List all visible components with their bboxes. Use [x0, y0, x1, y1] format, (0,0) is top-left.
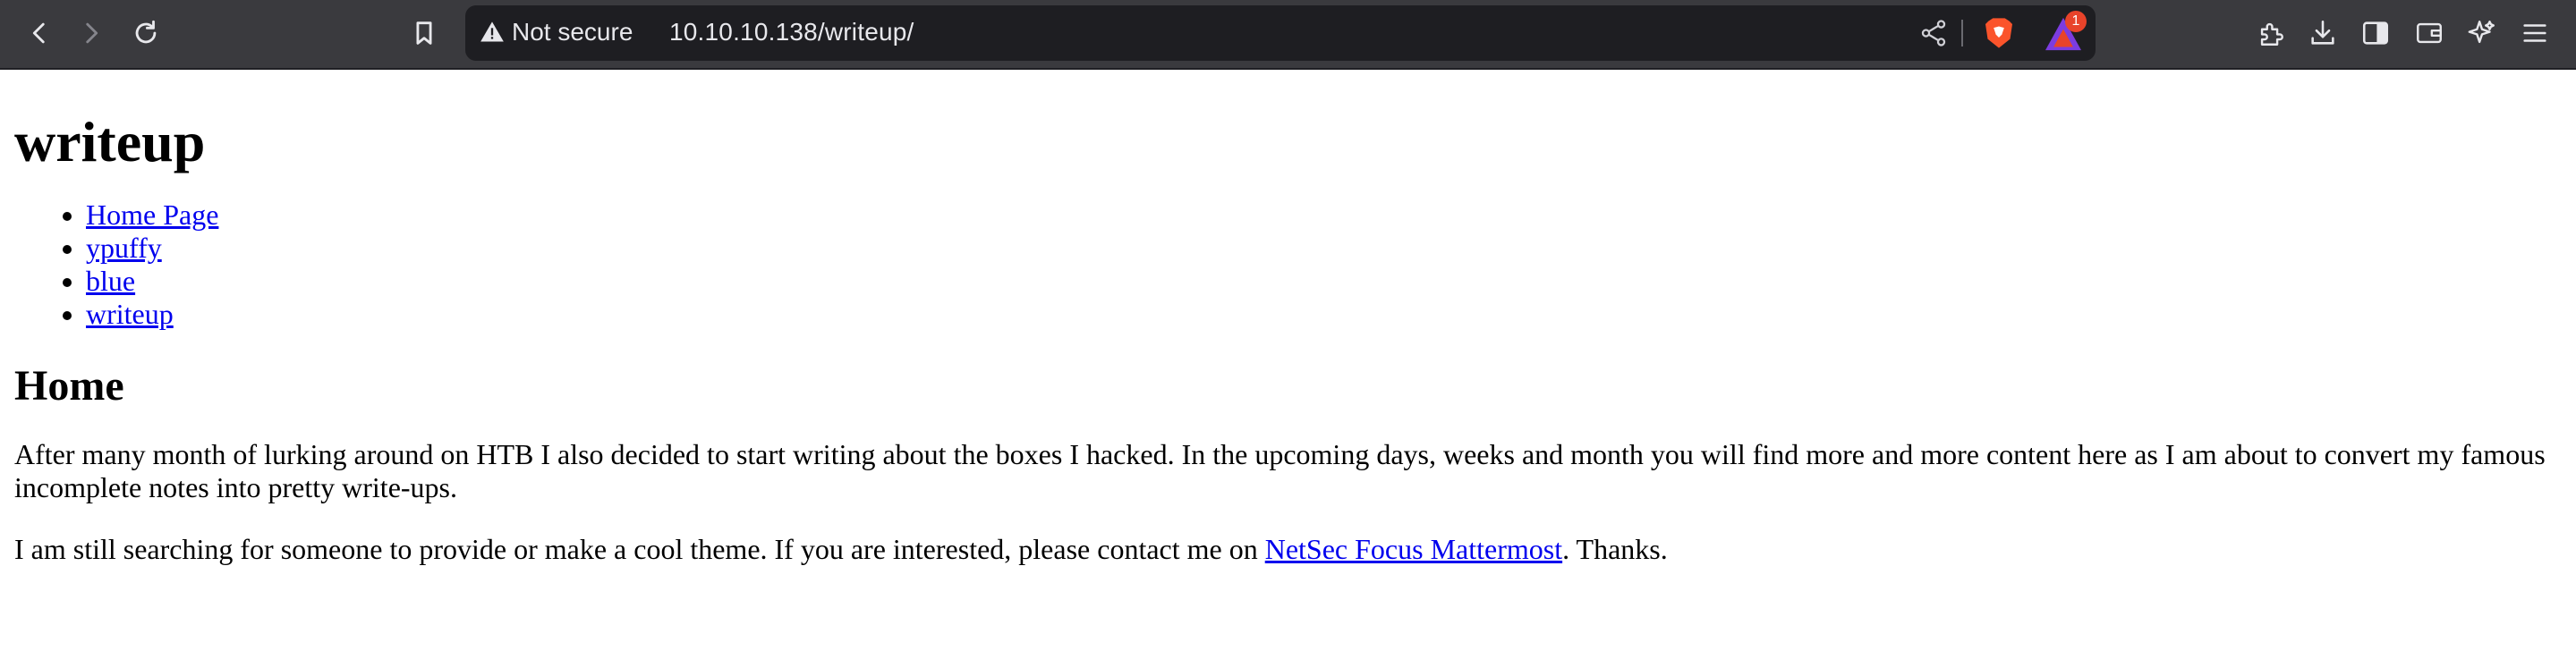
leo-ai-button[interactable]	[2462, 13, 2502, 53]
wallet-button[interactable]	[2410, 13, 2449, 53]
wallet-icon	[2417, 22, 2442, 44]
section-heading: Home	[14, 362, 124, 410]
extensions-button[interactable]	[2251, 13, 2291, 53]
nav-item: Home Page	[86, 199, 2562, 232]
urlbar-divider	[1961, 20, 1963, 46]
contact-text-before: I am still searching for someone to prov…	[14, 533, 1265, 565]
nav-link-ypuffy[interactable]: ypuffy	[86, 232, 162, 264]
browser-toolbar: Not secure 10.10.10.138/writeup/ 1	[0, 0, 2576, 70]
warning-icon	[480, 21, 504, 42]
download-icon	[2311, 20, 2334, 45]
sparkle-icon	[2468, 21, 2495, 44]
reload-button[interactable]	[126, 13, 166, 53]
puzzle-icon	[2260, 22, 2283, 46]
nav-link-home-page[interactable]: Home Page	[86, 199, 218, 231]
chevron-right-icon	[86, 22, 98, 44]
mattermost-link[interactable]: NetSec Focus Mattermost	[1265, 533, 1562, 565]
intro-paragraph: After many month of lurking around on HT…	[14, 438, 2546, 503]
page-content: writeup Home Page ypuffy blue writeup Ho…	[14, 70, 2562, 566]
hamburger-menu-icon	[2523, 24, 2546, 42]
site-nav: Home Page ypuffy blue writeup	[14, 199, 2562, 331]
nav-item: blue	[86, 265, 2562, 298]
address-bar[interactable]: Not secure 10.10.10.138/writeup/ 1	[465, 5, 2096, 61]
back-button[interactable]	[20, 13, 59, 53]
security-indicator[interactable]: Not secure	[480, 18, 633, 46]
bookmark-icon	[416, 21, 432, 45]
contact-text-after: . Thanks.	[1562, 533, 1668, 565]
share-icon[interactable]	[1918, 18, 1949, 48]
security-label: Not secure	[512, 18, 633, 46]
chevron-left-icon	[32, 22, 45, 44]
bookmark-button[interactable]	[404, 13, 444, 53]
contact-paragraph: I am still searching for someone to prov…	[14, 533, 2562, 566]
forward-button[interactable]	[72, 13, 111, 53]
main-menu-button[interactable]	[2515, 13, 2555, 53]
nav-link-blue[interactable]: blue	[86, 265, 135, 297]
nav-link-writeup[interactable]: writeup	[86, 298, 174, 330]
rewards-badge: 1	[2065, 11, 2087, 32]
sidebar-button[interactable]	[2356, 13, 2395, 53]
reload-icon	[135, 20, 157, 44]
sidebar-icon	[2362, 21, 2389, 45]
page-title: writeup	[14, 110, 206, 173]
brave-shields-icon[interactable]	[1981, 15, 2017, 51]
nav-item: ypuffy	[86, 232, 2562, 265]
nav-item: writeup	[86, 298, 2562, 331]
downloads-button[interactable]	[2303, 13, 2342, 53]
url-text[interactable]: 10.10.10.138/writeup/	[669, 18, 914, 46]
